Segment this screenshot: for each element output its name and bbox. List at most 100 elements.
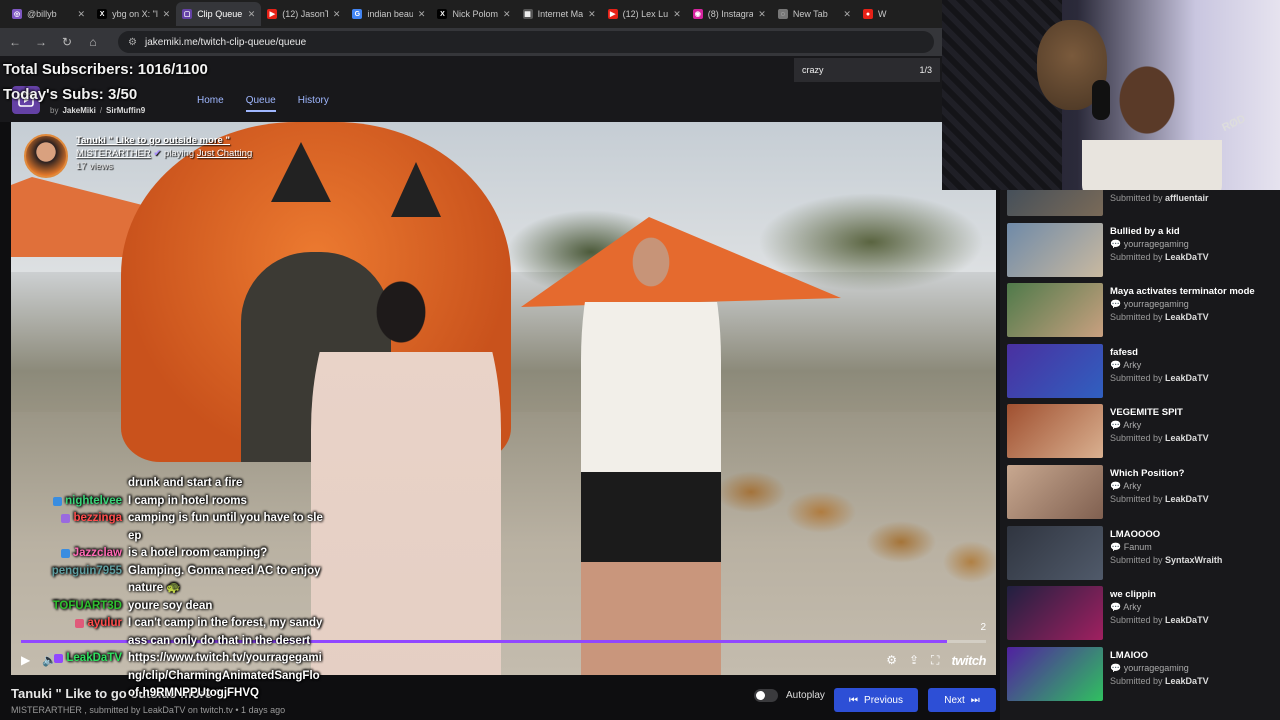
- tab-close-icon[interactable]: ✕: [503, 9, 511, 20]
- url-field[interactable]: ⚙ jakemiki.me/twitch-clip-queue/queue: [118, 31, 934, 53]
- browser-tab[interactable]: Xybg on X: "l ✕: [91, 2, 176, 26]
- site-info-icon[interactable]: ⚙: [128, 37, 137, 48]
- browser-tab[interactable]: Gindian beau ✕: [346, 2, 431, 26]
- tab-favicon-icon: ▦: [522, 9, 533, 19]
- submitted-by-label: Submitted by: [1110, 433, 1163, 444]
- next-button[interactable]: Next ⏭: [928, 688, 996, 712]
- autoplay-toggle[interactable]: [754, 689, 778, 702]
- forward-arrow-icon[interactable]: →: [34, 35, 48, 49]
- browser-tab[interactable]: ▶ (12) Lex Luth ✕: [602, 2, 687, 26]
- browser-tab[interactable]: ▢ Clip Queue ✕: [176, 2, 262, 26]
- chat-username[interactable]: ayulur: [87, 615, 122, 633]
- browser-tab-bar: ◎ @billyb ✕ Xybg on X: "l ✕ ▢ Clip Queue ✕ ▶ (12)…: [0, 0, 942, 28]
- browser-tab[interactable]: ▦ Internet Ma ✕: [517, 2, 602, 26]
- streamer-webcam: RØD: [942, 0, 1280, 190]
- browser-tab[interactable]: ◉ (8) Instagra ✕: [687, 2, 772, 26]
- clip-title-link[interactable]: Tanuki " Like to go outside more ": [76, 134, 252, 147]
- neon-sign: RØD: [1220, 112, 1248, 135]
- tab-close-icon[interactable]: ✕: [163, 9, 171, 20]
- queue-item-submitter: LeakDaTV: [1165, 251, 1209, 262]
- nav-history[interactable]: History: [298, 95, 329, 112]
- tab-close-icon[interactable]: ✕: [843, 9, 851, 20]
- queue-item-submitter: SyntaxWraith: [1165, 554, 1223, 565]
- back-arrow-icon[interactable]: ←: [8, 35, 22, 49]
- previous-button[interactable]: ⏮ Previous: [834, 688, 918, 712]
- webcam-streamer: [1082, 50, 1222, 190]
- tab-close-icon[interactable]: ✕: [673, 9, 681, 20]
- queue-item[interactable]: Maya activates terminator mode 💬 yourrage…: [1007, 283, 1277, 339]
- queue-thumbnail[interactable]: [1007, 404, 1103, 459]
- nav-queue[interactable]: Queue: [245, 95, 276, 112]
- queue-item[interactable]: LMAIOO 💬 yourragegaming Submitted by LeakD…: [1007, 646, 1277, 703]
- queue-item[interactable]: Submitted by affluentair: [1007, 190, 1277, 218]
- channel-link[interactable]: MISTERARTHER: [76, 148, 151, 159]
- browser-tab[interactable]: ◎ @billyb ✕: [6, 2, 91, 26]
- tab-title: indian beau: [367, 9, 413, 19]
- queue-thumbnail[interactable]: [1007, 283, 1103, 338]
- queue-item[interactable]: VEGEMITE SPIT 💬 Arky Submitted by LeakDaTV: [1007, 404, 1277, 460]
- app-credits: by JakeMiki / SirMuffin9: [50, 106, 145, 115]
- chat-username[interactable]: penguin7955: [52, 563, 122, 581]
- previous-icon: ⏮: [849, 694, 859, 706]
- tab-title: Internet Ma: [537, 9, 584, 19]
- tab-close-icon[interactable]: ✕: [588, 9, 596, 20]
- browser-tab[interactable]: ● W: [857, 2, 942, 26]
- chat-message: ayulur I can't camp in the forest, my san…: [14, 615, 324, 650]
- channel-icon: 💬: [1110, 481, 1124, 491]
- reload-icon[interactable]: ↻: [60, 35, 74, 49]
- author-link-jakemiki[interactable]: JakeMiki: [62, 106, 95, 115]
- fullscreen-icon[interactable]: ⛶: [931, 653, 939, 668]
- browser-tab[interactable]: X Nick Polom ✕: [431, 2, 516, 26]
- broadcaster-avatar[interactable]: [24, 134, 68, 178]
- queue-item-title: LMAIOO: [1110, 649, 1148, 661]
- queue-thumbnail[interactable]: [1007, 525, 1103, 580]
- share-icon[interactable]: ⇪: [909, 653, 919, 667]
- home-icon[interactable]: ⌂: [86, 35, 100, 49]
- queue-item-title: Maya activates terminator mode: [1110, 286, 1255, 298]
- chat-message: TOFUART3D youre soy dean: [14, 598, 324, 616]
- chat-username[interactable]: TOFUART3D: [53, 598, 122, 616]
- tab-title: Clip Queue: [197, 9, 243, 19]
- tab-close-icon[interactable]: ✕: [333, 9, 341, 20]
- queue-item[interactable]: LMAOOOO 💬 Fanum Submitted by SyntaxWraith: [1007, 525, 1277, 582]
- find-in-page-bar[interactable]: crazy 1/3: [794, 58, 940, 82]
- autoplay-label: Autoplay: [786, 690, 825, 701]
- video-scene-person-woman: [311, 262, 501, 675]
- queue-thumbnail[interactable]: [1007, 646, 1103, 701]
- chat-username[interactable]: LeakDaTV: [66, 650, 122, 668]
- queue-thumbnail[interactable]: [1007, 190, 1103, 216]
- chat-text: https://www.twitch.tv/yourragegaming/cli…: [128, 652, 322, 699]
- queue-item[interactable]: Bullied by a kid 💬 yourragegaming Submitte…: [1007, 222, 1277, 279]
- queue-thumbnail[interactable]: [1007, 343, 1103, 398]
- queue-item-title: VEGEMITE SPIT: [1110, 407, 1183, 419]
- queue-item[interactable]: Which Position? 💬 Arky Submitted by LeakDa…: [1007, 465, 1277, 521]
- tab-close-icon[interactable]: ✕: [758, 9, 766, 20]
- chat-username[interactable]: bezzinga: [73, 510, 122, 528]
- browser-tab[interactable]: ▶ (12) JasonTh ✕: [261, 2, 346, 26]
- twitch-logo[interactable]: twitch: [951, 653, 986, 668]
- tab-close-icon[interactable]: ✕: [78, 9, 86, 20]
- tab-favicon-icon: ▢: [182, 9, 193, 19]
- settings-gear-icon[interactable]: ⚙: [886, 653, 897, 667]
- chat-text: Glamping. Gonna need AC to enjoy nature …: [128, 564, 321, 595]
- tab-favicon-icon: G: [352, 9, 363, 19]
- game-link[interactable]: Just Chatting: [197, 148, 252, 159]
- queue-item-channel: yourragegaming: [1123, 662, 1189, 673]
- queue-thumbnail[interactable]: [1007, 465, 1103, 519]
- author-link-sirmuffin[interactable]: SirMuffin9: [106, 106, 145, 115]
- screen: ◎ @billyb ✕ Xybg on X: "l ✕ ▢ Clip Queue ✕ ▶ (12)…: [0, 0, 1280, 720]
- browser-tab[interactable]: ◌ New Tab ✕: [772, 2, 857, 26]
- queue-thumbnail[interactable]: [1007, 586, 1103, 641]
- queue-item-channel: Arky: [1123, 602, 1142, 613]
- chat-username[interactable]: nightelvee: [65, 493, 122, 511]
- queue-thumbnail[interactable]: [1007, 222, 1103, 277]
- tab-close-icon[interactable]: ✕: [418, 9, 426, 20]
- tab-close-icon[interactable]: ✕: [248, 9, 256, 20]
- channel-icon: 💬: [1110, 238, 1124, 249]
- queue-item[interactable]: fafesd 💬 Arky Submitted by LeakDaTV: [1007, 343, 1277, 400]
- nav-home[interactable]: Home: [197, 95, 224, 112]
- autoplay-control[interactable]: Autoplay: [754, 689, 825, 702]
- chat-username[interactable]: Jazzclaw: [73, 545, 122, 563]
- tab-title: New Tab: [792, 9, 828, 19]
- queue-item[interactable]: we clippin 💬 Arky Submitted by LeakDaTV: [1007, 586, 1277, 642]
